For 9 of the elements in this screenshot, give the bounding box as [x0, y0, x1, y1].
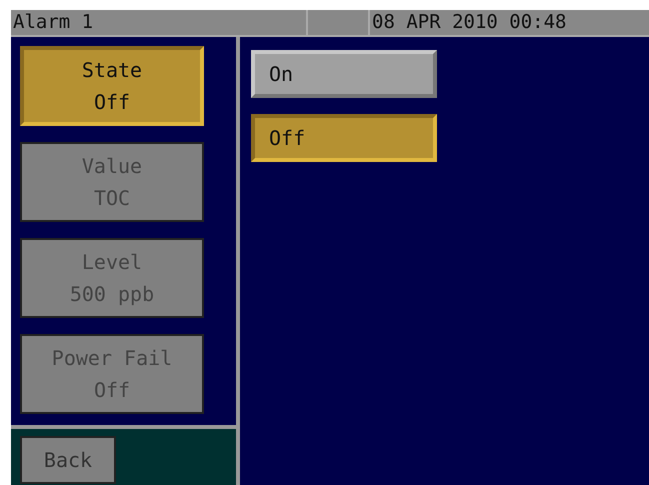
option-button[interactable]: Off: [251, 114, 437, 162]
option-button[interactable]: On: [251, 50, 437, 98]
menu-button[interactable]: Power Fail Off: [20, 334, 204, 414]
menu-button[interactable]: Value TOC: [20, 142, 204, 222]
menu-button[interactable]: State Off: [20, 46, 204, 126]
back-button[interactable]: Back: [20, 436, 116, 484]
date-time: 08 APR 2010 00:48: [371, 10, 568, 35]
window-title: Alarm 1: [11, 10, 308, 35]
menu-button[interactable]: Level 500 ppb: [20, 238, 204, 318]
